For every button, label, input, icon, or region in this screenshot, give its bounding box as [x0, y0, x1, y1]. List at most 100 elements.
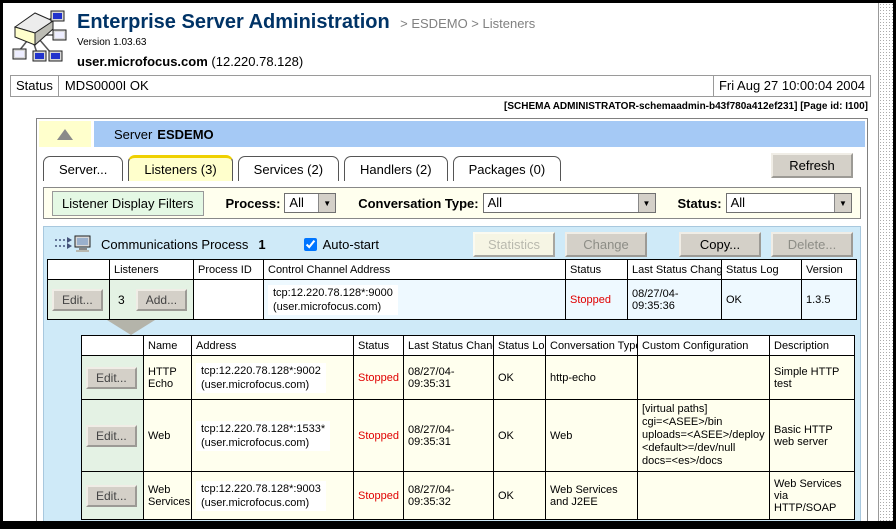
listener-count: 3 [118, 293, 125, 307]
conversation-type-value: Web [546, 400, 638, 472]
listener-name: Web [144, 400, 192, 472]
last-status-change-value: 08/27/04-09:35:32 [404, 472, 494, 520]
version-label: Version 1.03.63 [77, 37, 535, 48]
conversation-type-value: Web Services and J2EE [546, 472, 638, 520]
control-channel-address: tcp:12.220.78.128*:9000 (user.microfocus… [268, 285, 398, 315]
tab-handlers[interactable]: Handlers (2) [344, 156, 448, 181]
status-message: MDS0000I OK [59, 76, 713, 96]
chevron-down-icon: ▼ [638, 194, 655, 212]
process-table: Listeners Process ID Control Channel Add… [47, 259, 857, 320]
collapse-button[interactable] [39, 121, 91, 147]
edit-listener-button[interactable]: Edit... [86, 485, 137, 507]
edit-listener-button[interactable]: Edit... [86, 425, 137, 447]
listener-name: HTTP Echo [144, 356, 192, 400]
autostart-checkbox[interactable] [304, 238, 317, 251]
status-log-value: OK [494, 400, 546, 472]
listener-address: tcp:12.220.78.128*:1533* (user.microfocu… [196, 421, 330, 451]
status-log-value: OK [494, 472, 546, 520]
last-status-change-value: 08/27/04-09:35:36 [628, 280, 722, 320]
expand-arrow-icon [107, 320, 155, 335]
col-status: Status [354, 336, 404, 356]
custom-configuration-value: [virtual paths] cgi=<ASEE>/bin uploads=<… [638, 400, 770, 472]
copy-button[interactable]: Copy... [679, 232, 761, 257]
table-row: Edit... Web Services tcp:12.220.78.128*:… [82, 472, 855, 520]
process-number: 1 [258, 237, 265, 252]
process-id-value [194, 280, 264, 320]
server-panel: Server ESDEMO Server... Listeners (3) Se… [36, 118, 868, 521]
chevron-down-icon: ▼ [834, 194, 851, 212]
col-last-status-change: Last Status Change [628, 260, 722, 280]
last-status-change-value: 08/27/04-09:35:31 [404, 356, 494, 400]
listener-table: Name Address Status Last Status Change S… [81, 335, 855, 520]
custom-configuration-value [638, 472, 770, 520]
process-filter-label: Process: [226, 196, 281, 211]
status-filter-label: Status: [678, 196, 722, 211]
process-title: Communications Process [101, 237, 248, 252]
filter-title: Listener Display Filters [52, 191, 204, 216]
listener-address: tcp:12.220.78.128*:9003 (user.microfocus… [196, 481, 326, 511]
col-address: Address [192, 336, 354, 356]
network-logo-icon [11, 9, 67, 65]
tab-listeners[interactable]: Listeners (3) [128, 155, 232, 181]
table-row: Edit... Web tcp:12.220.78.128*:1533* (us… [82, 400, 855, 472]
server-label: Server [114, 127, 152, 142]
tab-server[interactable]: Server... [43, 156, 123, 181]
tab-bar: Server... Listeners (3) Services (2) Han… [39, 147, 865, 181]
edit-listener-button[interactable]: Edit... [86, 367, 137, 389]
last-status-change-value: 08/27/04-09:35:31 [404, 400, 494, 472]
change-button[interactable]: Change [565, 232, 647, 257]
status-value: Stopped [354, 400, 404, 472]
session-info: [SCHEMA ADMINISTRATOR-schemaadmin-b43f78… [3, 97, 878, 114]
page-title: Enterprise Server Administration [77, 11, 390, 33]
statistics-button: Statistics [473, 232, 555, 257]
app-window: Enterprise Server Administration > ESDEM… [0, 0, 896, 529]
listener-table-corner [82, 336, 144, 356]
triangle-up-icon [57, 129, 73, 140]
page-header: Enterprise Server Administration > ESDEM… [3, 3, 878, 69]
version-value: 1.3.5 [802, 280, 857, 320]
status-filter-select[interactable]: All ▼ [726, 193, 852, 213]
listener-name: Web Services [144, 472, 192, 520]
col-status-log: Status Log [494, 336, 546, 356]
host-name: user.microfocus.com [77, 54, 208, 69]
conversation-filter-select[interactable]: All ▼ [483, 193, 656, 213]
col-version: Version [802, 260, 857, 280]
col-custom-configuration: Custom Configuration [638, 336, 770, 356]
col-name: Name [144, 336, 192, 356]
page-edge-texture [878, 3, 893, 521]
conversation-filter-label: Conversation Type: [358, 196, 478, 211]
autostart-label: Auto-start [323, 237, 379, 252]
col-status-log: Status Log [722, 260, 802, 280]
description-value: Basic HTTP web server [770, 400, 855, 472]
listener-filter-bar: Listener Display Filters Process: All ▼ … [43, 187, 861, 219]
delete-button[interactable]: Delete... [771, 232, 853, 257]
communications-process-icon [55, 235, 93, 253]
host-ip: (12.220.78.128) [211, 54, 303, 69]
tab-packages[interactable]: Packages (0) [453, 156, 562, 181]
listener-address: tcp:12.220.78.128*:9002 (user.microfocus… [196, 363, 326, 393]
add-listener-button[interactable]: Add... [136, 289, 187, 311]
col-control-channel-address: Control Channel Address [264, 260, 566, 280]
col-process-id: Process ID [194, 260, 264, 280]
process-filter-select[interactable]: All ▼ [284, 193, 336, 213]
status-value: Stopped [354, 356, 404, 400]
server-name: ESDEMO [157, 127, 213, 142]
table-row: Edit... 3 Add... tcp:12.220.78.128*:9000… [48, 280, 857, 320]
status-value: Stopped [566, 280, 628, 320]
tab-services[interactable]: Services (2) [238, 156, 339, 181]
col-description: Description [770, 336, 855, 356]
status-label: Status [11, 76, 59, 96]
status-value: Stopped [354, 472, 404, 520]
status-log-value: OK [494, 356, 546, 400]
table-row: Edit... HTTP Echo tcp:12.220.78.128*:900… [82, 356, 855, 400]
edit-process-button[interactable]: Edit... [52, 289, 103, 311]
conversation-type-value: http-echo [546, 356, 638, 400]
status-datetime: Fri Aug 27 10:00:04 2004 [713, 76, 870, 96]
refresh-button[interactable]: Refresh [771, 153, 853, 178]
status-log-value: OK [722, 280, 802, 320]
communications-process-section: Communications Process 1 Auto-start Stat… [43, 226, 861, 521]
col-status: Status [566, 260, 628, 280]
chevron-down-icon: ▼ [318, 194, 335, 212]
description-value: Simple HTTP test [770, 356, 855, 400]
description-value: Web Services via HTTP/SOAP [770, 472, 855, 520]
